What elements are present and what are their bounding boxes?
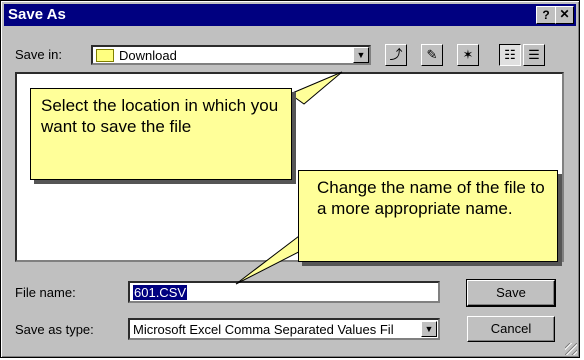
location-callout-pointer [288,71,343,105]
location-callout: Select the location in which you want to… [30,88,292,180]
name-callout: Change the name of the file to a more ap… [298,170,558,262]
